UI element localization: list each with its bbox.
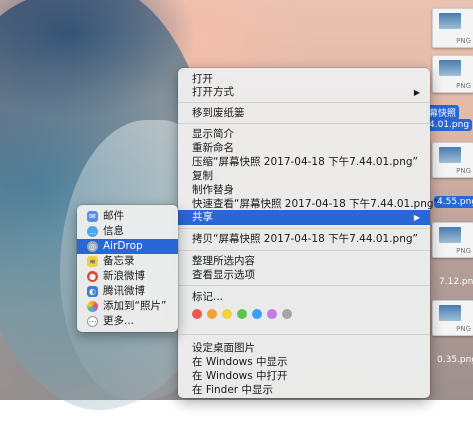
menu-item-label: 显示简介 [192,128,234,140]
menu-item-compress[interactable]: 压缩“屏幕快照 2017-04-18 下午7.44.01.png” [178,155,430,170]
menu-item-open-in-windows[interactable]: 在 Windows 中打开 [178,369,430,384]
file-ext-label: PNG [456,82,471,90]
tag-orange-icon[interactable] [207,309,217,319]
menu-separator [178,334,430,335]
share-item-messages[interactable]: … 信息 [77,224,178,239]
menu-item-label: 打开方式 [192,86,234,98]
menu-item-share[interactable]: 共享 ▶ [178,210,430,225]
menu-item-label: 查看显示选项 [192,269,255,281]
desktop-file-label[interactable]: 幕快照 [426,105,460,120]
file-ext-label: PNG [456,247,471,255]
menu-separator [178,250,430,251]
menu-item-label: 拷贝“屏幕快照 2017-04-18 下午7.44.01.png” [192,233,418,245]
menu-item-move-to-trash[interactable]: 移到废纸篓 [178,106,430,121]
menu-item-copy[interactable]: 拷贝“屏幕快照 2017-04-18 下午7.44.01.png” [178,232,430,247]
menu-item-make-alias[interactable]: 制作替身 [178,183,430,198]
menu-item-label: 压缩“屏幕快照 2017-04-18 下午7.44.01.png” [192,156,418,168]
menu-item-label: 移到废纸篓 [192,107,245,119]
menu-separator [178,228,430,229]
tag-gray-icon[interactable] [282,309,292,319]
desktop-file-label[interactable]: 7.12.png [436,276,473,288]
share-item-label: 更多... [103,315,135,327]
submenu-arrow-icon: ▶ [413,88,420,97]
desktop-file-label[interactable]: 0.35.png [434,354,473,366]
menu-item-label: 标记... [192,291,224,303]
submenu-arrow-icon: ▶ [413,213,420,222]
menu-item-show-view-options[interactable]: 查看显示选项 [178,268,430,283]
desktop-file-icon[interactable]: PNG [432,142,473,178]
menu-item-open-with[interactable]: 打开方式 ▶ [178,85,430,100]
share-item-label: 添加到“照片” [103,300,167,312]
tag-red-icon[interactable] [192,309,202,319]
desktop-file-label[interactable]: 4.01.png [426,119,473,131]
share-submenu: ✉ 邮件 … 信息 ◎ AirDrop ≡ 备忘录 ● 新浪微博 ◐ 腾讯微博 … [77,205,178,332]
mail-icon: ✉ [87,211,98,222]
share-item-label: 腾讯微博 [103,285,145,297]
tag-purple-icon[interactable] [267,309,277,319]
photos-icon [87,301,98,312]
tag-yellow-icon[interactable] [222,309,232,319]
share-item-label: 邮件 [103,210,124,222]
file-ext-label: PNG [456,167,471,175]
tag-blue-icon[interactable] [252,309,262,319]
menu-item-set-desktop-picture[interactable]: 设定桌面图片 [178,341,430,356]
menu-separator [178,285,430,286]
share-item-airdrop[interactable]: ◎ AirDrop [77,239,178,254]
desktop-file-icon[interactable]: PNG [432,300,473,336]
menu-item-label: 制作替身 [192,184,234,196]
menu-item-label: 整理所选内容 [192,255,255,267]
desktop-file-label[interactable]: 4.55.png [434,196,473,208]
menu-item-label: 在 Windows 中打开 [192,370,288,382]
menu-item-tags[interactable]: 标记... [178,290,430,305]
menu-item-duplicate[interactable]: 复制 [178,169,430,184]
desktop-file-icon[interactable]: PNG [432,8,473,48]
menu-item-label: 打开 [192,73,213,85]
share-item-label: 信息 [103,225,124,237]
desktop-file-icon[interactable]: PNG [432,55,473,93]
share-item-add-to-photos[interactable]: 添加到“照片” [77,299,178,314]
more-icon: ⋯ [87,316,98,327]
menu-item-label: 共享 [192,211,213,223]
file-ext-label: PNG [456,37,471,45]
messages-icon: … [87,226,98,237]
menu-separator [178,102,430,103]
share-item-mail[interactable]: ✉ 邮件 [77,209,178,224]
menu-item-rename[interactable]: 重新命名 [178,141,430,156]
menu-separator [178,123,430,124]
menu-item-label: 设定桌面图片 [192,342,255,354]
menu-item-label: 快速查看“屏幕快照 2017-04-18 下午7.44.01.png” [192,198,439,210]
share-item-label: 备忘录 [103,255,135,267]
weibo-icon: ● [87,271,98,282]
share-item-label: 新浪微博 [103,270,145,282]
tencent-weibo-icon: ◐ [87,286,98,297]
share-item-more[interactable]: ⋯ 更多... [77,314,178,329]
notes-icon: ≡ [87,256,98,267]
tag-color-row [192,309,297,319]
desktop-file-icon[interactable]: PNG [432,222,473,258]
menu-item-get-info[interactable]: 显示简介 [178,127,430,142]
share-item-sina-weibo[interactable]: ● 新浪微博 [77,269,178,284]
menu-item-label: 重新命名 [192,142,234,154]
airdrop-icon: ◎ [87,241,98,252]
share-item-tencent-weibo[interactable]: ◐ 腾讯微博 [77,284,178,299]
share-item-notes[interactable]: ≡ 备忘录 [77,254,178,269]
menu-item-clean-up-selection[interactable]: 整理所选内容 [178,254,430,269]
menu-item-show-in-finder[interactable]: 在 Finder 中显示 [178,383,430,398]
menu-item-label: 复制 [192,170,213,182]
tag-green-icon[interactable] [237,309,247,319]
share-item-label: AirDrop [103,240,143,252]
menu-item-show-in-windows[interactable]: 在 Windows 中显示 [178,355,430,370]
menu-item-label: 在 Finder 中显示 [192,384,273,396]
menu-item-label: 在 Windows 中显示 [192,356,288,368]
file-context-menu: 打开 打开方式 ▶ 移到废纸篓 显示简介 重新命名 压缩“屏幕快照 2017-04… [178,68,439,398]
file-ext-label: PNG [456,325,471,333]
